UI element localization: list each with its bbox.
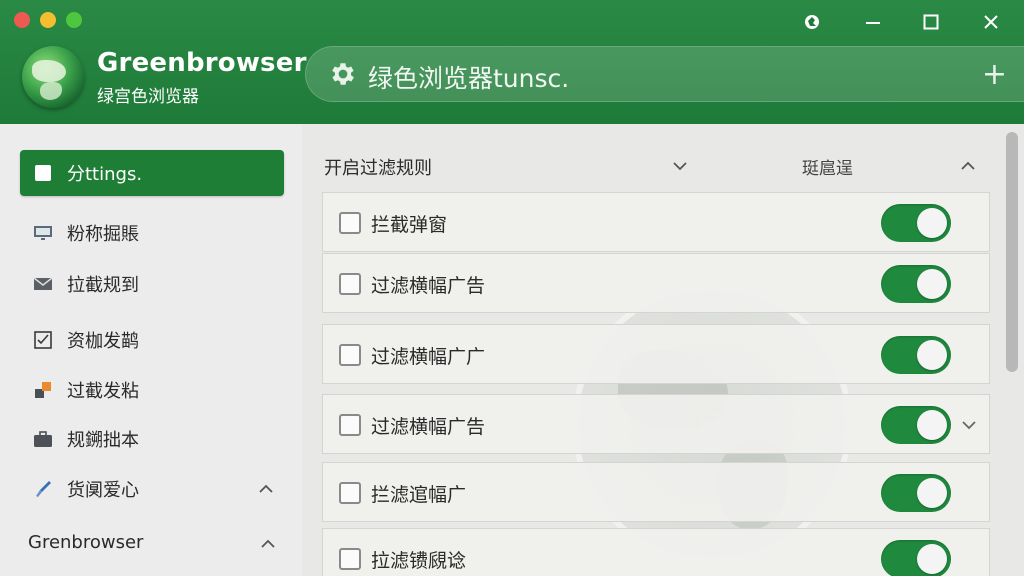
app-subtitle: 绿宫色浏览器 — [97, 87, 199, 107]
address-text[interactable]: 绿色浏览器tunsc. — [368, 59, 569, 95]
rule-label: 拦截弹窗 — [371, 214, 448, 236]
blocks-icon — [32, 379, 54, 401]
chevron-up-icon[interactable] — [256, 479, 276, 499]
sidebar-item-label: 过截发粘 — [67, 381, 139, 402]
chevron-down-icon[interactable] — [670, 156, 690, 176]
rule-row: 过滤横幅广告 — [322, 394, 990, 454]
chevron-up-icon[interactable] — [258, 534, 278, 554]
square-icon — [32, 162, 54, 184]
rule-label: 拉滤镄覛谂 — [371, 550, 467, 572]
section-title: 开启过滤规则 — [324, 158, 432, 179]
section-right-label[interactable]: 珽扈逞 — [802, 154, 853, 179]
new-tab-button[interactable]: + — [982, 57, 1007, 92]
window-traffic-lights — [14, 12, 82, 28]
sidebar-item-label: 分ttings. — [67, 164, 143, 185]
rule-checkbox[interactable] — [339, 344, 361, 366]
sidebar-item-label: 粉称掘賬 — [67, 224, 139, 245]
monitor-icon — [32, 222, 54, 244]
rule-checkbox[interactable] — [339, 273, 361, 295]
rule-row: 过滤横幅广告 — [322, 253, 990, 313]
scrollbar-thumb[interactable] — [1006, 132, 1018, 372]
zoom-window-button[interactable] — [66, 12, 82, 28]
rule-toggle[interactable] — [881, 265, 951, 303]
rule-row: 拦截弹窗 — [322, 192, 990, 252]
brush-icon — [32, 478, 54, 500]
checklist-icon — [32, 329, 54, 351]
sidebar-item-blocks[interactable]: 过截发粘 — [20, 367, 284, 413]
rule-toggle[interactable] — [881, 474, 951, 512]
sidebar: 分ttings. 粉称掘賬 拉截规到 资枷发鹋 过截发粘 规鎙拙本 货阒爱心 G… — [0, 124, 302, 576]
maximize-icon[interactable] — [916, 8, 946, 36]
mail-icon — [32, 273, 54, 295]
rule-checkbox[interactable] — [339, 414, 361, 436]
sidebar-item-monitor[interactable]: 粉称掘賬 — [20, 210, 284, 256]
chevron-down-icon[interactable] — [959, 415, 979, 435]
sidebar-item-label: 货阒爱心 — [67, 480, 139, 501]
sidebar-item-label: 拉截规到 — [67, 275, 139, 296]
rule-checkbox[interactable] — [339, 482, 361, 504]
sidebar-item-brush[interactable]: 货阒爱心 — [20, 466, 284, 512]
rule-checkbox[interactable] — [339, 212, 361, 234]
rule-label: 拦滤逭幅广 — [371, 484, 467, 506]
sidebar-item-briefcase[interactable]: 规鎙拙本 — [20, 416, 284, 462]
close-window-button[interactable] — [14, 12, 30, 28]
account-icon[interactable] — [797, 8, 827, 36]
close-icon[interactable] — [976, 8, 1006, 36]
briefcase-icon — [32, 428, 54, 450]
sidebar-item-settings[interactable]: 分ttings. — [20, 150, 284, 196]
sidebar-item-label: 资枷发鹋 — [67, 331, 139, 352]
rule-checkbox[interactable] — [339, 548, 361, 570]
main-panel: 开启过滤规则 珽扈逞 拦截弹窗 过滤横幅广告 过滤横幅广广 过滤横幅广告 拦滤逭… — [302, 124, 1024, 576]
rule-row: 过滤横幅广广 — [322, 324, 990, 384]
rule-toggle[interactable] — [881, 204, 951, 242]
sidebar-item-checklist[interactable]: 资枷发鹋 — [20, 317, 284, 363]
rule-toggle[interactable] — [881, 406, 951, 444]
rule-label: 过滤横幅广广 — [371, 346, 486, 368]
chevron-up-icon[interactable] — [958, 156, 978, 176]
sidebar-item-label: 规鎙拙本 — [67, 430, 139, 451]
app-title: Greenbrowser — [97, 48, 307, 78]
globe-logo-icon — [22, 46, 84, 108]
rule-toggle[interactable] — [881, 336, 951, 374]
sidebar-footer-label[interactable]: Grenbrowser — [28, 532, 143, 553]
rule-row: 拉滤镄覛谂 — [322, 528, 990, 576]
address-bar[interactable]: 绿色浏览器tunsc. + — [305, 46, 1024, 102]
rule-label: 过滤横幅广告 — [371, 416, 486, 438]
title-bar: Greenbrowser 绿宫色浏览器 绿色浏览器tunsc. + — [0, 0, 1024, 124]
minimize-window-button[interactable] — [40, 12, 56, 28]
rule-toggle[interactable] — [881, 540, 951, 576]
gear-icon[interactable] — [328, 59, 358, 89]
rule-row: 拦滤逭幅广 — [322, 462, 990, 522]
sidebar-item-mail[interactable]: 拉截规到 — [20, 261, 284, 307]
minimize-icon[interactable] — [858, 8, 888, 36]
rule-label: 过滤横幅广告 — [371, 275, 486, 297]
